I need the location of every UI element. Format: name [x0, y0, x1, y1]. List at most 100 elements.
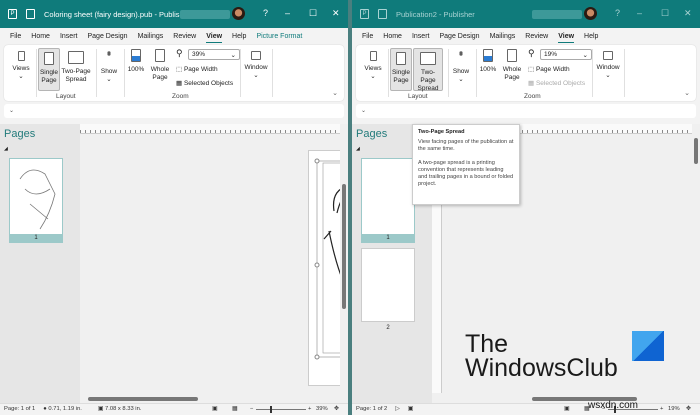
zoom-level[interactable]: 39%	[316, 404, 328, 415]
fit-page-icon[interactable]: ✥	[686, 404, 691, 415]
selected-objects-button[interactable]: ▦ Selected Objects	[176, 79, 233, 87]
page-width-button[interactable]: ⬚ Page Width	[176, 65, 218, 73]
page-thumbnail[interactable]	[361, 158, 415, 242]
single-page-icon	[396, 52, 406, 65]
site-watermark: wsxdn.com	[588, 400, 639, 411]
single-page-view-icon[interactable]: ▣	[564, 404, 569, 415]
tab-home[interactable]: Home	[383, 33, 402, 40]
tab-page-design[interactable]: Page Design	[439, 33, 479, 40]
page-thumbnail[interactable]	[9, 158, 63, 242]
object-position: ● 0.71, 1.19 in.	[43, 406, 82, 412]
tab-file[interactable]: File	[10, 33, 21, 40]
two-page-spread-button[interactable]: Two-Page Spread	[61, 48, 91, 91]
tab-page-design[interactable]: Page Design	[87, 33, 127, 40]
close-button[interactable]: ✕	[332, 8, 340, 19]
save-icon[interactable]	[378, 9, 387, 19]
tab-insert[interactable]: Insert	[60, 33, 78, 40]
help-button[interactable]: ?	[263, 8, 268, 18]
page-indicator[interactable]: Page: 1 of 2	[356, 406, 387, 412]
fit-page-icon[interactable]: ✥	[334, 404, 339, 415]
maximize-button[interactable]: ☐	[661, 8, 669, 19]
ribbon: Views ⌄ Single Page Two-Page Spread Layout …	[4, 45, 344, 101]
show-button[interactable]: ⩩ Show ⌄	[98, 51, 120, 84]
avatar[interactable]	[584, 7, 597, 20]
page-thumbnail[interactable]	[361, 248, 415, 322]
horizontal-ruler[interactable]	[80, 124, 340, 134]
tab-view[interactable]: View	[558, 33, 574, 43]
tab-home[interactable]: Home	[31, 33, 50, 40]
whole-page-icon	[507, 49, 517, 62]
views-icon	[17, 51, 25, 61]
help-button[interactable]: ?	[615, 8, 620, 18]
single-page-button[interactable]: Single Page	[38, 48, 60, 91]
layout-group-label: Layout	[56, 93, 76, 100]
tab-mailings[interactable]: Mailings	[490, 33, 516, 40]
pages-pane-title: Pages	[4, 128, 36, 140]
two-page-spread-button[interactable]: Two-Page Spread	[413, 48, 443, 92]
page-width-button[interactable]: ⬚ Page Width	[528, 65, 570, 73]
window-button[interactable]: Window ⌄	[242, 51, 270, 80]
zoom-level[interactable]: 19%	[668, 404, 680, 415]
views-button[interactable]: Views ⌄	[362, 51, 384, 81]
horizontal-scrollbar[interactable]	[80, 395, 340, 403]
views-button[interactable]: Views ⌄	[10, 51, 32, 81]
zoom-group-label: Zoom	[524, 93, 541, 100]
tab-help[interactable]: Help	[232, 33, 246, 40]
show-icon: ⩩	[104, 51, 114, 64]
cursor-icon: ▷	[395, 406, 400, 412]
avatar[interactable]	[232, 7, 245, 20]
vertical-scrollbar[interactable]	[340, 134, 348, 393]
publisher-logo-icon: P	[360, 9, 369, 19]
single-page-button[interactable]: Single Page	[390, 48, 412, 91]
zoom-select[interactable]: 39% ⌄	[188, 49, 240, 60]
show-icon: ⩩	[456, 51, 466, 64]
search-box[interactable]	[180, 10, 230, 19]
tab-review[interactable]: Review	[173, 33, 196, 40]
tab-insert[interactable]: Insert	[412, 33, 430, 40]
zoom-search-icon: ⚲	[528, 48, 535, 58]
page-indicator[interactable]: Page: 1 of 1	[4, 406, 35, 412]
two-page-view-icon[interactable]: ▦	[232, 404, 237, 415]
whole-page-button[interactable]: Whole Page	[500, 49, 524, 82]
zoom-out-button[interactable]: −	[250, 404, 253, 415]
zoom-100-button[interactable]: 100%	[126, 49, 146, 74]
single-page-icon	[44, 52, 54, 65]
tab-file[interactable]: File	[362, 33, 373, 40]
window-title: Publication2 - Publisher	[396, 9, 475, 19]
vertical-scrollbar[interactable]	[692, 134, 700, 393]
minimize-button[interactable]: –	[285, 8, 290, 18]
minimize-button[interactable]: –	[637, 8, 642, 18]
whole-page-button[interactable]: Whole Page	[148, 49, 172, 82]
quick-access-toolbar[interactable]: ⌄	[356, 104, 696, 118]
fairy-drawing-thumbnail	[19, 169, 56, 230]
tab-review[interactable]: Review	[525, 33, 548, 40]
window-icon	[251, 51, 261, 60]
collapse-ribbon-button[interactable]: ⌄	[332, 89, 338, 97]
collapse-icon[interactable]: ◢	[4, 146, 8, 152]
tab-help[interactable]: Help	[584, 33, 598, 40]
zoom-select[interactable]: 19% ⌄	[540, 49, 592, 60]
collapse-ribbon-button[interactable]: ⌄	[684, 89, 690, 97]
ribbon-tabs: File Home Insert Page Design Mailings Review V…	[352, 28, 700, 45]
quick-access-toolbar[interactable]: ⌄	[4, 104, 344, 118]
single-page-view-icon[interactable]: ▣	[212, 404, 217, 415]
save-icon[interactable]	[26, 9, 35, 19]
workspace[interactable]	[80, 124, 348, 403]
zoom-slider[interactable]	[256, 406, 306, 413]
horizontal-scrollbar[interactable]	[432, 395, 692, 403]
zoom-search-icon: ⚲	[176, 48, 183, 58]
tab-view[interactable]: View	[206, 33, 222, 43]
maximize-button[interactable]: ☐	[309, 8, 317, 19]
search-box[interactable]	[532, 10, 582, 19]
zoom-in-button[interactable]: +	[660, 404, 663, 415]
window-button[interactable]: Window ⌄	[594, 51, 622, 80]
zoom-in-button[interactable]: +	[308, 404, 311, 415]
tab-picture-format[interactable]: Picture Format	[256, 33, 302, 40]
show-button[interactable]: ⩩ Show ⌄	[450, 51, 472, 84]
views-icon	[369, 51, 377, 61]
close-button[interactable]: ✕	[684, 8, 692, 19]
zoom-100-button[interactable]: 100%	[478, 49, 498, 74]
collapse-icon[interactable]: ◢	[356, 146, 360, 152]
ribbon-tabs: File Home Insert Page Design Mailings Review V…	[0, 28, 348, 45]
tab-mailings[interactable]: Mailings	[138, 33, 164, 40]
